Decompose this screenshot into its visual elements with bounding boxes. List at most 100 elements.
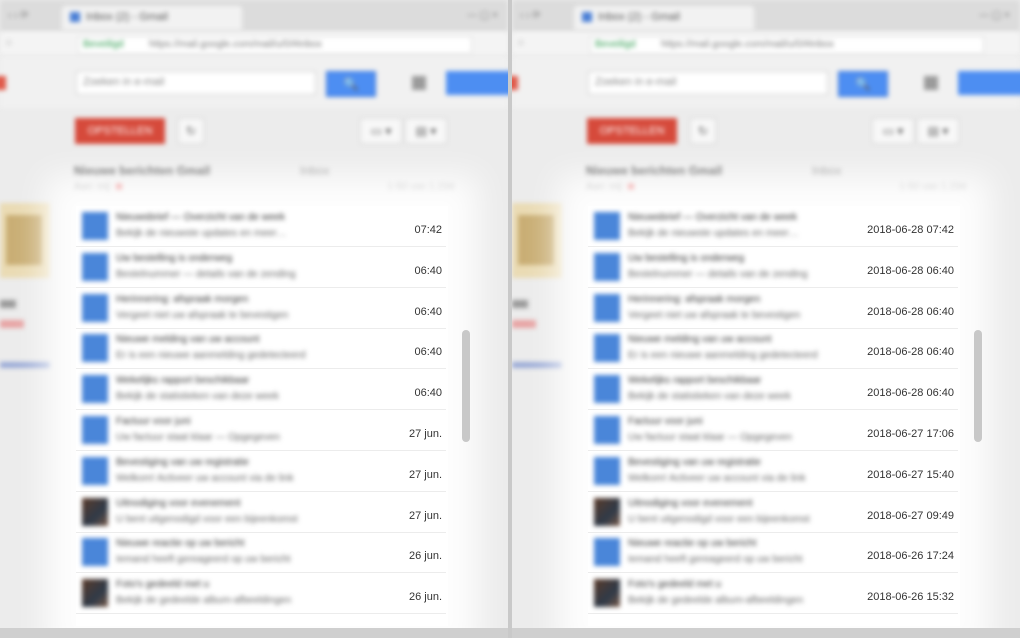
email-date: 06:40 bbox=[414, 305, 442, 318]
email-snippet: Iemand heeft gereageerd op uw bericht bbox=[116, 554, 291, 566]
email-date: 06:40 bbox=[414, 387, 442, 400]
search-input[interactable]: Zoeken in e-mail bbox=[588, 71, 828, 95]
thread-subject: Nieuwe berichten Gmail bbox=[74, 164, 211, 178]
refresh-button[interactable]: ↻ bbox=[690, 118, 716, 144]
compose-button[interactable]: OPSTELLEN bbox=[587, 118, 677, 144]
sidebar-link[interactable] bbox=[512, 320, 536, 328]
account-button[interactable] bbox=[446, 71, 508, 95]
email-subject: Wekelijks rapport beschikbaar bbox=[628, 375, 762, 387]
thread-meta: Aan: mij bbox=[74, 182, 123, 193]
mail-toolbar: OPSTELLEN ↻ ▭ ▾ ▤ ▾ bbox=[512, 108, 1020, 154]
sender-avatar-icon bbox=[594, 416, 620, 444]
email-row[interactable]: Factuur voor juni Uw factuur staat klaar … bbox=[588, 410, 958, 451]
apps-grid-icon[interactable] bbox=[924, 76, 938, 90]
window-controls[interactable]: — ▢ × bbox=[979, 10, 1010, 21]
nav-controls[interactable]: ‹ › ⟳ bbox=[520, 10, 541, 21]
email-date: 06:40 bbox=[414, 346, 442, 359]
home-icon[interactable]: ⌂ bbox=[6, 37, 12, 48]
search-button[interactable]: 🔍 bbox=[838, 71, 888, 97]
email-row[interactable]: Factuur voor juni Uw factuur staat klaar … bbox=[76, 410, 446, 451]
email-subject: Uw bestelling is onderweg bbox=[116, 252, 233, 264]
email-row[interactable]: Nieuwe reactie op uw bericht Iemand heeft… bbox=[76, 532, 446, 574]
email-row[interactable]: Uitnodiging voor evenement U bent uitgeno… bbox=[76, 492, 446, 533]
move-button[interactable]: ▤ ▾ bbox=[917, 118, 959, 144]
nav-controls[interactable]: ‹ › ⟳ bbox=[8, 10, 29, 21]
apps-grid-icon[interactable] bbox=[412, 76, 426, 90]
label-button[interactable]: ▭ ▾ bbox=[872, 118, 914, 144]
url-field[interactable]: Beveiligd https://mail.google.com/mail/u… bbox=[78, 36, 472, 54]
email-date: 2018-06-27 17:06 bbox=[867, 428, 954, 440]
sender-avatar-icon bbox=[82, 538, 108, 567]
email-row[interactable]: Foto's gedeeld met u Bekijk de gedeelde a… bbox=[76, 573, 446, 615]
sidebar-link[interactable] bbox=[512, 362, 562, 368]
email-row[interactable]: Nieuwsbrief — Overzicht van de week Bekij… bbox=[588, 206, 958, 247]
email-row[interactable]: Nieuwe reactie op uw bericht Iemand heeft… bbox=[588, 532, 958, 574]
email-subject: Factuur voor juni bbox=[628, 416, 703, 427]
email-date: 27 jun. bbox=[408, 468, 442, 481]
label-button[interactable]: ▭ ▾ bbox=[360, 118, 402, 144]
search-button[interactable]: 🔍 bbox=[326, 71, 376, 97]
window-controls[interactable]: — ▢ × bbox=[467, 10, 498, 21]
status-strip bbox=[0, 628, 508, 638]
search-placeholder: Zoeken in e-mail bbox=[83, 76, 165, 88]
sender-avatar-icon bbox=[594, 456, 620, 485]
email-row[interactable]: Bevestiging van uw registratie Welkom! Ac… bbox=[588, 451, 958, 492]
address-bar: ⌂ Beveiligd https://mail.google.com/mail… bbox=[512, 32, 1020, 57]
email-row[interactable]: Uitnodiging voor evenement U bent uitgeno… bbox=[588, 492, 958, 533]
email-date: 2018-06-28 06:40 bbox=[867, 264, 954, 277]
email-snippet: Bestelnummer — details van de zending bbox=[116, 268, 296, 280]
browser-tab[interactable]: Inbox (2) - Gmail bbox=[574, 6, 754, 30]
email-date: 2018-06-28 06:40 bbox=[867, 346, 954, 359]
sidebar-text bbox=[0, 300, 16, 308]
url-field[interactable]: Beveiligd https://mail.google.com/mail/u… bbox=[590, 36, 984, 54]
email-row[interactable]: Herinnering: afspraak morgen Vergeet niet… bbox=[588, 288, 958, 329]
account-button[interactable] bbox=[958, 71, 1020, 95]
sender-avatar-icon bbox=[594, 375, 620, 404]
sidebar-text bbox=[512, 300, 528, 308]
search-placeholder: Zoeken in e-mail bbox=[595, 76, 677, 88]
email-row[interactable]: Bevestiging van uw registratie Welkom! Ac… bbox=[76, 451, 446, 492]
email-subject: Bevestiging van uw registratie bbox=[628, 456, 761, 468]
email-row[interactable]: Wekelijks rapport beschikbaar Bekijk de s… bbox=[588, 369, 958, 411]
email-row[interactable]: Nieuwe melding van uw account Er is een n… bbox=[588, 328, 958, 370]
compose-button[interactable]: OPSTELLEN bbox=[75, 118, 165, 144]
thread-label[interactable]: Inbox bbox=[300, 164, 329, 178]
email-snippet: U bent uitgenodigd voor een bijeenkomst bbox=[116, 513, 298, 525]
gmail-logo-icon bbox=[512, 76, 518, 90]
secure-label: Beveiligd bbox=[83, 39, 124, 50]
email-row[interactable]: Nieuwe melding van uw account Er is een n… bbox=[76, 328, 446, 370]
email-row[interactable]: Nieuwsbrief — Overzicht van de week Bekij… bbox=[76, 206, 446, 247]
email-date: 27 jun. bbox=[408, 509, 442, 522]
sender-avatar-icon bbox=[594, 579, 620, 608]
scrollbar[interactable] bbox=[462, 330, 470, 442]
email-row[interactable]: Uw bestelling is onderweg Bestelnummer — … bbox=[76, 247, 446, 288]
email-snippet: Welkom! Activeer uw account via de link bbox=[116, 472, 294, 484]
gmail-header: Zoeken in e-mail 🔍 bbox=[512, 56, 1020, 108]
search-input[interactable]: Zoeken in e-mail bbox=[76, 71, 316, 95]
home-icon[interactable]: ⌂ bbox=[518, 37, 524, 48]
browser-tab[interactable]: Inbox (2) - Gmail bbox=[62, 6, 242, 30]
email-row[interactable]: Wekelijks rapport beschikbaar Bekijk de s… bbox=[76, 369, 446, 411]
email-row[interactable]: Herinnering: afspraak morgen Vergeet niet… bbox=[76, 288, 446, 329]
scrollbar[interactable] bbox=[974, 330, 982, 442]
email-subject: Wekelijks rapport beschikbaar bbox=[116, 375, 250, 387]
email-date: 2018-06-28 06:40 bbox=[867, 305, 954, 318]
sidebar-link[interactable] bbox=[0, 320, 24, 328]
gmail-header: Zoeken in e-mail 🔍 bbox=[0, 56, 508, 108]
gmail-favicon-icon bbox=[70, 12, 80, 22]
sender-avatar-icon bbox=[594, 538, 620, 567]
refresh-button[interactable]: ↻ bbox=[178, 118, 204, 144]
sender-avatar-icon bbox=[82, 579, 108, 608]
email-subject: Nieuwe melding van uw account bbox=[116, 334, 260, 346]
sidebar-link[interactable] bbox=[0, 362, 50, 368]
move-button[interactable]: ▤ ▾ bbox=[405, 118, 447, 144]
email-row[interactable]: Foto's gedeeld met u Bekijk de gedeelde a… bbox=[588, 573, 958, 615]
important-marker-icon bbox=[116, 184, 123, 190]
thread-subject: Nieuwe berichten Gmail bbox=[586, 164, 723, 178]
status-strip bbox=[512, 628, 1020, 638]
email-row[interactable]: Uw bestelling is onderweg Bestelnummer — … bbox=[588, 247, 958, 288]
thread-label[interactable]: Inbox bbox=[812, 164, 841, 178]
email-snippet: Vergeet niet uw afspraak te bevestigen bbox=[116, 309, 289, 321]
email-subject: Nieuwe reactie op uw bericht bbox=[116, 538, 245, 550]
email-subject: Uw bestelling is onderweg bbox=[628, 252, 745, 264]
